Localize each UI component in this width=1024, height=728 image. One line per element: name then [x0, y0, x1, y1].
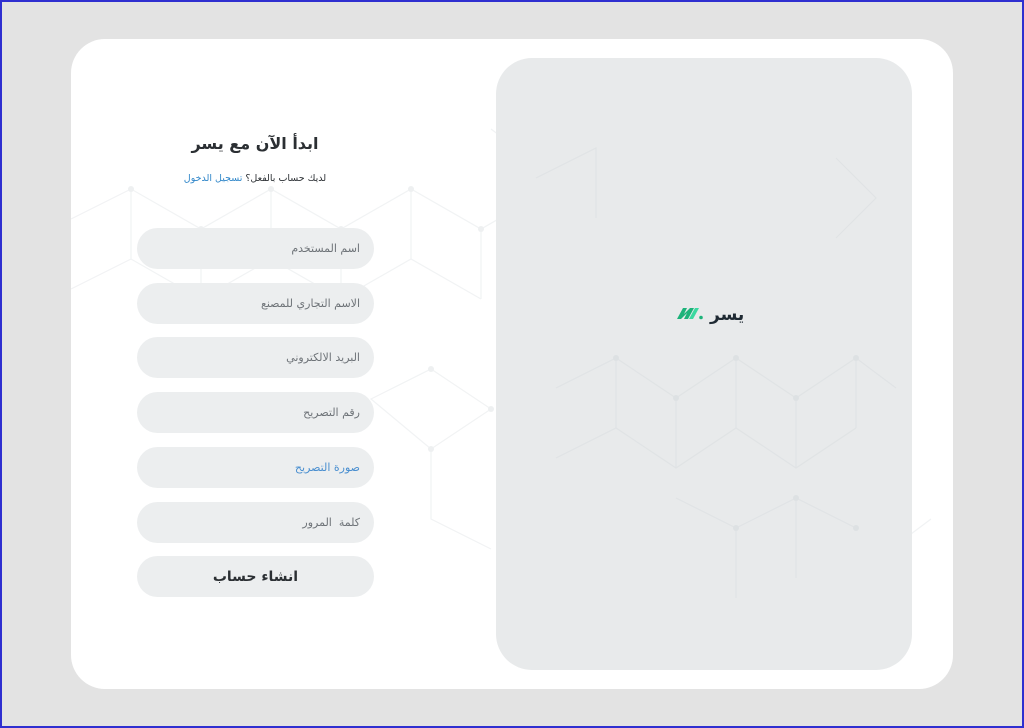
password-input[interactable]: [137, 502, 374, 543]
brand-logo: يسر: [676, 305, 744, 325]
panel-network-pattern: [535, 147, 897, 598]
email-input[interactable]: [137, 337, 374, 378]
license-image-label: صورة التصريح: [294, 461, 360, 474]
license-number-input[interactable]: [137, 392, 374, 433]
signup-form: ابدأ الآن مع يسر لديك حساب بالفعل؟ تسجيل…: [135, 39, 375, 689]
login-prompt: لديك حساب بالفعل؟ تسجيل الدخول: [135, 173, 375, 184]
factory-name-input[interactable]: [137, 283, 374, 324]
login-link[interactable]: تسجيل الدخول: [184, 173, 243, 184]
signup-card: يسر ابدأ الآن مع يسر لديك حساب بالفعل؟ ت…: [71, 39, 953, 689]
license-image-upload[interactable]: صورة التصريح: [137, 447, 374, 488]
page-title: ابدأ الآن مع يسر: [191, 134, 319, 153]
yusr-logo-icon: [676, 305, 704, 325]
brand-name: يسر: [710, 305, 745, 325]
username-input[interactable]: [137, 228, 374, 269]
login-prompt-text: لديك حساب بالفعل؟: [245, 173, 327, 184]
create-account-button[interactable]: انشاء حساب: [137, 556, 374, 597]
brand-panel: يسر: [496, 58, 912, 670]
